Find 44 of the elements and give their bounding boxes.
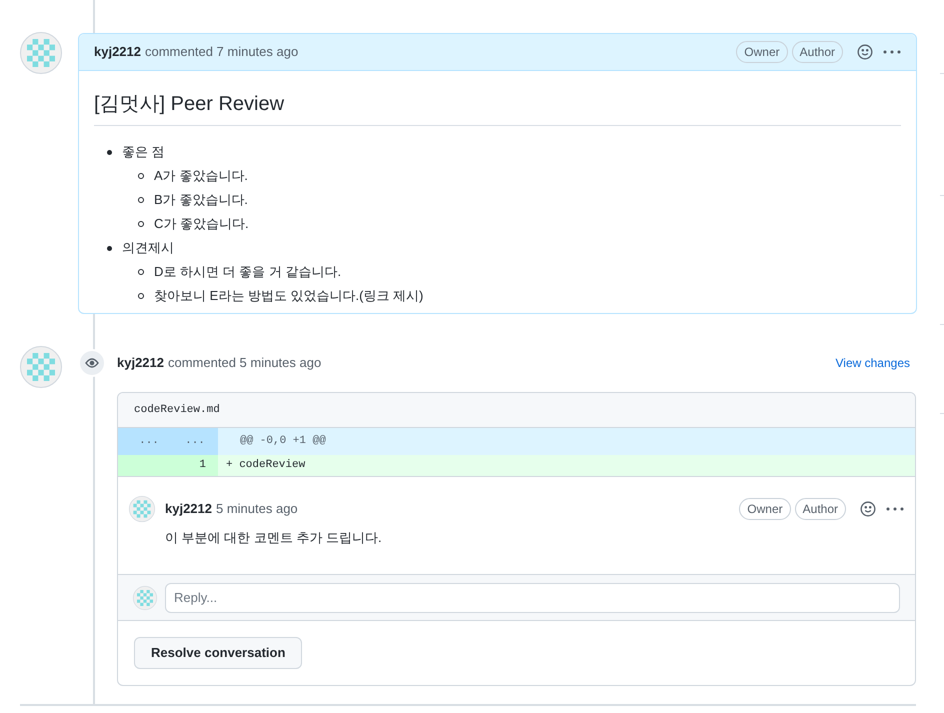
avatar <box>133 586 157 610</box>
list-text: B가 좋았습니다. <box>154 191 248 210</box>
list-text: D로 하시면 더 좋을 거 같습니다. <box>154 263 342 282</box>
smiley-icon[interactable] <box>860 501 876 517</box>
comment-time: 5 minutes ago <box>216 500 298 518</box>
author-link[interactable]: kyj2212 <box>117 353 164 373</box>
line-number: ... <box>139 434 159 450</box>
reply-comment-text: 이 부분에 대한 코멘트 추가 드립니다. <box>165 529 383 547</box>
role-badge: Owner <box>736 41 788 63</box>
bullet-icon <box>138 269 144 275</box>
eye-icon <box>85 358 99 368</box>
comment-time: commented 7 minutes ago <box>145 43 298 62</box>
list-text: A가 좋았습니다. <box>154 167 248 186</box>
bullet-icon <box>138 173 144 179</box>
comment-heading: [김멋사] Peer Review <box>94 89 901 126</box>
resolve-button[interactable]: Resolve conversation <box>134 637 302 669</box>
smiley-icon[interactable] <box>857 44 873 60</box>
author-link[interactable]: kyj2212 <box>94 42 141 62</box>
list-text: 좋은 점 <box>122 143 165 162</box>
more-icon[interactable] <box>886 507 904 511</box>
view-changes-link[interactable]: View changes <box>836 354 910 372</box>
role-badge: Owner <box>739 498 791 520</box>
bullet-icon <box>107 150 112 154</box>
bullet-icon <box>138 197 144 203</box>
more-icon[interactable] <box>883 50 901 54</box>
hunk-header: @@ -0,0 +1 @@ <box>240 434 326 450</box>
bullet-icon <box>138 293 144 299</box>
list-text: 의견제시 <box>122 239 174 258</box>
avatar <box>20 346 62 388</box>
list-text: 찾아보니 E라는 방법도 있었습니다.(링크 제시) <box>154 287 424 306</box>
code-line: + codeReview <box>226 458 306 474</box>
bullet-icon <box>107 246 112 250</box>
list-text: C가 좋았습니다. <box>154 215 249 234</box>
role-badge: Author <box>794 498 846 520</box>
line-number: 1 <box>199 458 206 474</box>
role-badge: Author <box>792 41 843 63</box>
avatar <box>20 32 62 74</box>
avatar <box>129 496 155 522</box>
reply-field[interactable]: Reply... <box>165 582 900 612</box>
bullet-icon <box>138 221 144 227</box>
line-number: ... <box>185 434 205 450</box>
comment-time: commented 5 minutes ago <box>168 354 322 372</box>
file-name: codeReview.md <box>134 402 220 418</box>
author-link[interactable]: kyj2212 <box>165 499 212 519</box>
